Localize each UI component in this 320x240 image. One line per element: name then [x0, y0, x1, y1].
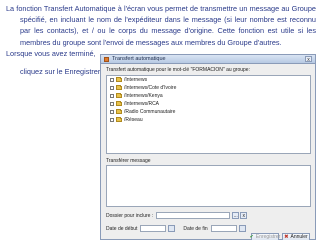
- intro-save-line: cliquez sur le Enregistrer: [20, 67, 101, 76]
- group-label: /Radio Communautaire: [124, 109, 176, 115]
- list-item[interactable]: /Internews/Cote d'Ivoire: [107, 84, 310, 92]
- folder-icon: [116, 109, 122, 114]
- date-end-field[interactable]: [210, 225, 237, 232]
- app-icon: [104, 56, 109, 62]
- check-icon: ✔: [249, 234, 254, 240]
- intro-text: La fonction Transfert Automatique à l'éc…: [6, 3, 316, 59]
- checkbox-icon[interactable]: [110, 94, 114, 98]
- close-icon[interactable]: x: [305, 56, 312, 63]
- message-textarea[interactable]: [106, 165, 311, 207]
- calendar-icon[interactable]: [168, 225, 176, 232]
- clear-button[interactable]: x: [240, 212, 248, 219]
- list-item[interactable]: /Radio Communautaire: [107, 108, 310, 116]
- message-label: Transférer message: [106, 158, 151, 164]
- intro-paragraph: La fonction Transfert Automatique à l'éc…: [6, 4, 316, 47]
- cancel-icon: ✖: [284, 234, 289, 240]
- folder-icon: [116, 93, 122, 98]
- dossier-label: Dossier pour inclure :: [106, 212, 154, 219]
- group-label: /Internews/Kenya: [124, 93, 163, 99]
- list-item[interactable]: /Réseau: [107, 116, 310, 124]
- date-end-label: Date de fin: [183, 225, 208, 232]
- window-titlebar[interactable]: Transfert automatique x: [101, 55, 315, 64]
- browse-button[interactable]: ...: [232, 212, 240, 219]
- save-button[interactable]: ✔ Enregistrer: [249, 233, 281, 240]
- checkbox-icon[interactable]: [110, 110, 114, 114]
- group-label: /Internews: [124, 77, 148, 83]
- dossier-row: Dossier pour inclure : ... x: [106, 212, 248, 219]
- checkbox-icon[interactable]: [110, 86, 114, 90]
- checkbox-icon[interactable]: [110, 118, 114, 122]
- group-label: /Réseau: [124, 117, 143, 123]
- list-item[interactable]: /Internews/RCA: [107, 100, 310, 108]
- window-title: Transfert automatique: [112, 56, 166, 62]
- group-label: /Internews/RCA: [124, 101, 160, 107]
- calendar-icon[interactable]: [238, 225, 246, 232]
- date-row: Date de début Date de fin: [106, 225, 254, 232]
- folder-icon: [116, 85, 122, 90]
- dossier-field[interactable]: [156, 212, 231, 219]
- cancel-button[interactable]: ✖ Annuler: [282, 233, 310, 240]
- list-item[interactable]: /Internews: [107, 76, 310, 84]
- group-list[interactable]: /Internews /Internews/Cote d'Ivoire /Int…: [106, 75, 311, 154]
- group-label: /Internews/Cote d'Ivoire: [124, 85, 177, 91]
- date-start-field[interactable]: [140, 225, 167, 232]
- checkbox-icon[interactable]: [110, 102, 114, 106]
- auto-transfer-window: Transfert automatique x Transfert automa…: [100, 54, 316, 240]
- date-start-label: Date de début: [106, 225, 138, 232]
- group-subtitle: Transfert automatique pour le mot-clé "F…: [106, 67, 250, 73]
- cancel-label: Annuler: [290, 234, 308, 240]
- save-label: Enregistrer: [255, 234, 281, 240]
- checkbox-icon[interactable]: [110, 78, 114, 82]
- folder-icon: [116, 101, 122, 106]
- folder-icon: [116, 77, 122, 82]
- folder-icon: [116, 117, 122, 122]
- list-item[interactable]: /Internews/Kenya: [107, 92, 310, 100]
